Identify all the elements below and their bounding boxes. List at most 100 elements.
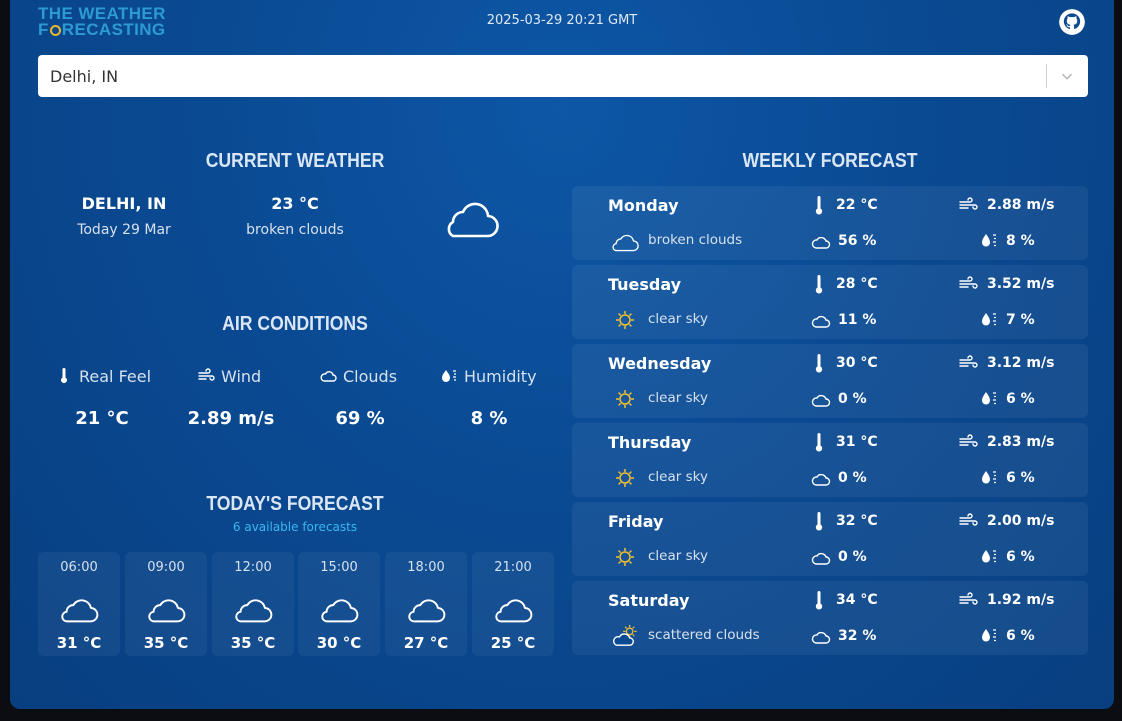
humidity-icon [982, 471, 996, 484]
day-wind: 2.83 m/s [987, 434, 1055, 450]
clouds-label-text: Clouds [343, 366, 398, 386]
cloud-icon [612, 234, 639, 252]
available-forecasts-count: 6 available forecasts [232, 520, 358, 534]
chevron-down-icon[interactable] [1058, 67, 1076, 85]
hourly-temp: 30 °C [316, 634, 362, 652]
day-clouds: 0 % [838, 549, 867, 565]
day-description: clear sky [648, 469, 708, 485]
wind-icon [959, 592, 978, 605]
current-datetime: 2025-03-29 20:21 GMT [486, 13, 638, 28]
weekly-forecast-row: Thursday clear sky 31 °C 0 % 2.83 m/s 6 % [572, 423, 1088, 497]
day-description: clear sky [648, 311, 708, 327]
day-wind: 1.92 m/s [987, 592, 1055, 608]
humidity-icon [982, 629, 996, 642]
current-date: Today 29 Mar [77, 222, 171, 238]
day-temp: 30 °C [836, 355, 878, 371]
wind-icon [959, 197, 978, 210]
thermometer-icon [61, 368, 67, 384]
real-feel-value: 21 °C [75, 408, 129, 429]
cloud-icon [408, 599, 446, 623]
hourly-temp: 35 °C [143, 634, 189, 652]
day-temp: 34 °C [836, 592, 878, 608]
humidity-icon [982, 550, 996, 563]
hourly-forecast-card: 15:00 30 °C [298, 552, 380, 656]
day-humidity: 7 % [1006, 312, 1035, 328]
hourly-forecast-card: 09:00 35 °C [125, 552, 207, 656]
sun-icon [616, 548, 634, 566]
weekly-forecast-row: Wednesday clear sky 30 °C 0 % 3.12 m/s 6 % [572, 344, 1088, 418]
day-clouds: 56 % [838, 233, 877, 249]
hourly-time: 21:00 [494, 560, 532, 575]
day-temp: 31 °C [836, 434, 878, 450]
wind-label-text: Wind [221, 366, 262, 386]
day-humidity: 6 % [1006, 391, 1035, 407]
cloud-icon [321, 599, 359, 623]
day-humidity: 6 % [1006, 628, 1035, 644]
cloud-icon [811, 236, 831, 249]
day-description: clear sky [648, 390, 708, 406]
day-name: Thursday [608, 433, 692, 452]
sun-cloud-icon [613, 624, 637, 646]
weekly-forecast-row: Saturday scattered clouds 34 °C 32 % 1.92 m/… [572, 581, 1088, 655]
humidity-icon [442, 370, 456, 382]
thermometer-icon [815, 512, 823, 531]
thermometer-icon [815, 275, 823, 294]
wind-label: Wind [197, 366, 261, 386]
day-clouds: 0 % [838, 391, 867, 407]
humidity-label: Humidity [440, 366, 537, 386]
day-name: Monday [608, 196, 679, 215]
sun-icon [616, 311, 634, 329]
hourly-temp: 27 °C [403, 634, 449, 652]
humidity-icon [982, 313, 996, 326]
day-humidity: 8 % [1006, 233, 1035, 249]
humidity-label-text: Humidity [464, 366, 537, 386]
cloud-icon [495, 599, 533, 623]
clouds-value: 69 % [335, 408, 385, 429]
cloud-icon [811, 473, 831, 486]
todays-forecast-title: TODAY'S FORECAST [206, 493, 384, 515]
weekly-forecast-row: Tuesday clear sky 28 °C 11 % 3.52 m/s 7 % [572, 265, 1088, 339]
day-name: Friday [608, 512, 664, 531]
current-temp: 23 °C [271, 194, 319, 213]
day-temp: 32 °C [836, 513, 878, 529]
real-feel-label: Real Feel [55, 366, 151, 386]
city-search-input[interactable] [38, 55, 1052, 97]
wind-icon [198, 368, 215, 381]
select-separator [1046, 64, 1047, 88]
weekly-forecast-row: Friday clear sky 32 °C 0 % 2.00 m/s 6 % [572, 502, 1088, 576]
hourly-time: 09:00 [147, 560, 185, 575]
current-weather-title: CURRENT WEATHER [205, 150, 385, 172]
humidity-icon [982, 234, 996, 247]
day-name: Wednesday [608, 354, 712, 373]
sun-icon [616, 469, 634, 487]
thermometer-icon [815, 354, 823, 373]
day-wind: 3.52 m/s [987, 276, 1055, 292]
cloud-icon [447, 202, 499, 238]
hourly-temp: 31 °C [56, 634, 102, 652]
day-wind: 2.88 m/s [987, 197, 1055, 213]
hourly-temp: 35 °C [230, 634, 276, 652]
hourly-time: 12:00 [234, 560, 272, 575]
cloud-icon [811, 315, 831, 328]
cloud-icon [61, 599, 99, 623]
wind-icon [959, 355, 978, 368]
hourly-time: 18:00 [407, 560, 445, 575]
cloud-icon [235, 599, 273, 623]
humidity-value: 8 % [470, 408, 508, 429]
sun-icon [616, 390, 634, 408]
current-description: broken clouds [246, 222, 344, 238]
thermometer-icon [815, 591, 823, 610]
hourly-forecast-card: 21:00 25 °C [472, 552, 554, 656]
weather-app: THE WEATHER F RECASTING 2025-03-29 20:21 … [10, 0, 1114, 709]
day-temp: 22 °C [836, 197, 878, 213]
hourly-time: 06:00 [60, 560, 98, 575]
air-conditions-title: AIR CONDITIONS [222, 313, 368, 335]
current-city: DELHI, IN [81, 194, 167, 213]
github-icon[interactable] [1058, 8, 1086, 36]
day-name: Saturday [608, 591, 690, 610]
day-humidity: 6 % [1006, 549, 1035, 565]
hourly-forecast-card: 06:00 31 °C [38, 552, 120, 656]
hourly-temp: 25 °C [490, 634, 536, 652]
day-description: scattered clouds [648, 627, 760, 643]
city-search-select[interactable] [38, 55, 1088, 97]
